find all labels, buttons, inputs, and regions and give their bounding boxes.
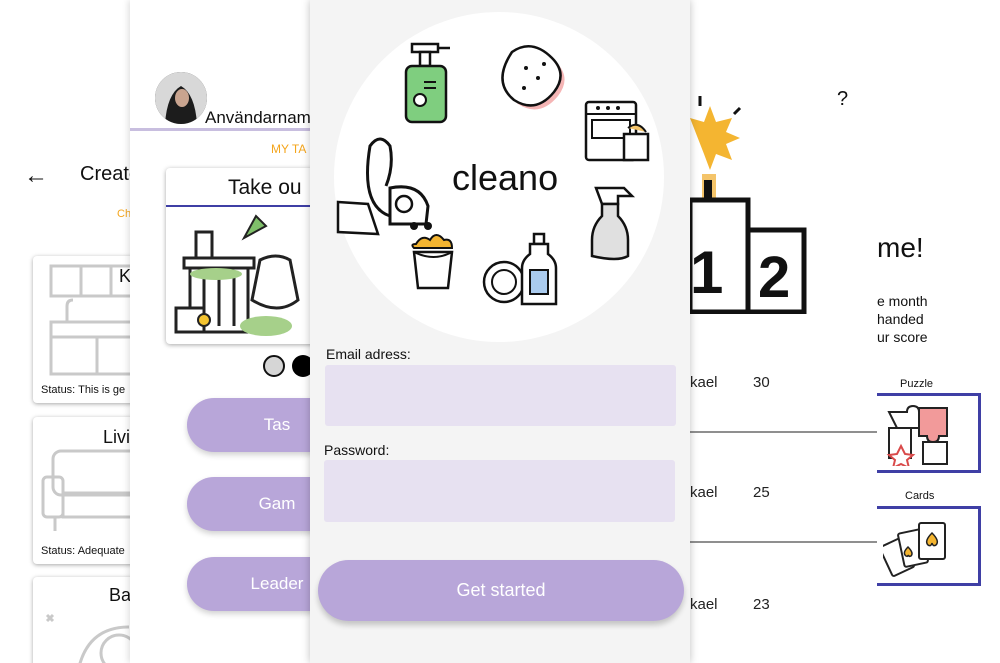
username: Användarnam — [205, 108, 311, 127]
header-divider — [130, 128, 330, 131]
task-card-title: Take ou — [228, 176, 302, 199]
leaderboard-row-name: kael — [690, 484, 718, 501]
spray-bottle-icon — [590, 186, 636, 261]
leaderboard-row-score: 30 — [753, 374, 770, 391]
sponge-icon — [501, 45, 565, 110]
task-card-underline — [166, 205, 330, 207]
game-label: Puzzle — [900, 378, 934, 390]
back-arrow-icon[interactable]: ← — [24, 162, 48, 190]
leaderboard-row-name: kael — [690, 374, 718, 391]
stove-icon — [584, 100, 650, 162]
leaderboard-screen: 1 2 ? kael 30 kael 25 kael 23 — [690, 0, 880, 663]
email-field[interactable] — [325, 365, 676, 426]
leaderboard-row-score: 25 — [753, 484, 770, 501]
game-card-cards[interactable] — [877, 506, 981, 586]
cards-icon — [883, 522, 946, 577]
podium-second-number: 2 — [758, 245, 791, 310]
room-card-status: Status: This is ge — [41, 384, 126, 396]
leaderboard-row-name: kael — [690, 596, 718, 613]
games-description-line: e month — [877, 293, 928, 309]
avatar[interactable] — [155, 72, 207, 124]
get-started-button[interactable]: Get started — [318, 560, 684, 621]
puzzle-icon — [886, 404, 948, 466]
games-button[interactable]: Gam — [187, 477, 330, 531]
menu-screen: Användarnam MY TA Take ou Tas Gam Leader — [130, 0, 330, 663]
leaderboard-divider — [690, 541, 880, 543]
games-screen: me! e month handed ur score Puzzle Cards — [877, 0, 1000, 663]
soap-dispenser-icon — [404, 42, 450, 124]
trash-can-icon — [174, 214, 300, 336]
email-label: Email adress: — [326, 346, 411, 362]
games-description-line: handed — [877, 311, 924, 327]
pager-dot-inactive[interactable] — [263, 355, 285, 377]
room-card-title: Livi — [103, 427, 131, 447]
room-card-title: Ba — [109, 585, 132, 605]
tasks-button[interactable]: Tas — [187, 398, 330, 452]
cleaning-bucket-icon — [411, 234, 454, 290]
game-label: Cards — [905, 490, 935, 502]
password-field[interactable] — [324, 460, 675, 522]
dish-soap-icon — [482, 232, 558, 306]
task-card[interactable]: Take ou — [166, 168, 330, 344]
leaderboard-row-score: 23 — [753, 596, 770, 613]
vacuum-cleaner-icon — [336, 137, 432, 236]
leaderboard-button[interactable]: Leader — [187, 557, 330, 611]
help-button[interactable]: ? — [837, 88, 848, 111]
games-description-line: ur score — [877, 329, 928, 345]
my-tasks-tab[interactable]: MY TA — [271, 142, 306, 156]
games-heading: me! — [877, 232, 924, 263]
password-label: Password: — [324, 442, 390, 458]
game-card-puzzle[interactable] — [877, 393, 981, 473]
login-screen: cleano Email adress: Password: Get start… — [310, 0, 690, 663]
podium-first-number: 1 — [690, 239, 724, 306]
room-card-status: Status: Adequate — [41, 545, 125, 557]
create-tab[interactable]: Ch — [117, 208, 131, 220]
leaderboard-divider — [690, 431, 880, 433]
app-name: cleano — [452, 157, 559, 198]
